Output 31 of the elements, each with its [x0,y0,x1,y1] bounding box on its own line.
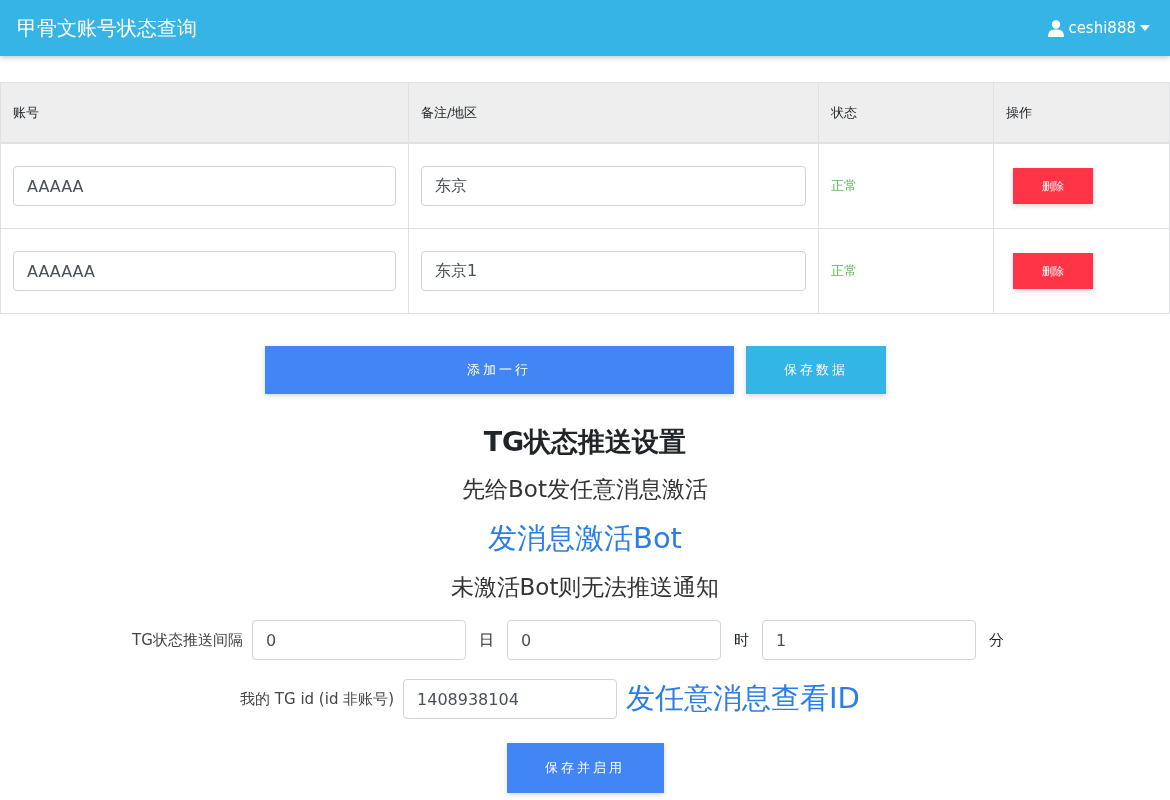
column-header: 备注/地区 [408,82,819,143]
delete-button[interactable]: 删除 [1013,168,1093,204]
save-enable-button[interactable]: 保存并启用 [506,743,664,793]
interval-label: TG状态推送间隔 [132,630,243,650]
account-field[interactable]: AAAAA [13,166,396,206]
app-title: 甲骨文账号状态查询 [17,14,197,42]
view-id-link[interactable]: 发任意消息查看ID [626,679,860,719]
column-header: 账号 [0,82,409,143]
interval-field[interactable]: 1 [761,620,976,660]
note-field[interactable]: 东京1 [421,251,806,291]
account-field[interactable]: AAAAAA [13,251,396,291]
tg-id-label: 我的 TG id (id 非账号) [240,689,395,709]
column-header: 状态 [818,82,994,143]
delete-button[interactable]: 删除 [1013,253,1093,289]
note-field[interactable]: 东京 [421,166,806,206]
tg-id-field[interactable]: 1408938104 [403,679,618,719]
caret-icon [1140,25,1150,31]
instruction-text: 先给Bot发任意消息激活 [462,475,708,504]
status-text: 正常 [831,263,857,278]
section-title: TG状态推送设置 [483,425,687,459]
interval-field[interactable]: 0 [506,620,721,660]
column-header: 操作 [993,82,1170,143]
user-icon [1048,19,1065,37]
interval-field[interactable]: 0 [251,620,466,660]
status-text: 正常 [831,178,857,193]
unit-label: 时 [733,630,749,650]
activate-bot-link[interactable]: 发消息激活Bot [488,514,682,562]
unit-label: 分 [988,630,1004,650]
warning-text: 未激活Bot则无法推送通知 [450,573,720,602]
add-row-button[interactable]: 添加一行 [264,346,734,394]
unit-label: 日 [478,630,494,650]
